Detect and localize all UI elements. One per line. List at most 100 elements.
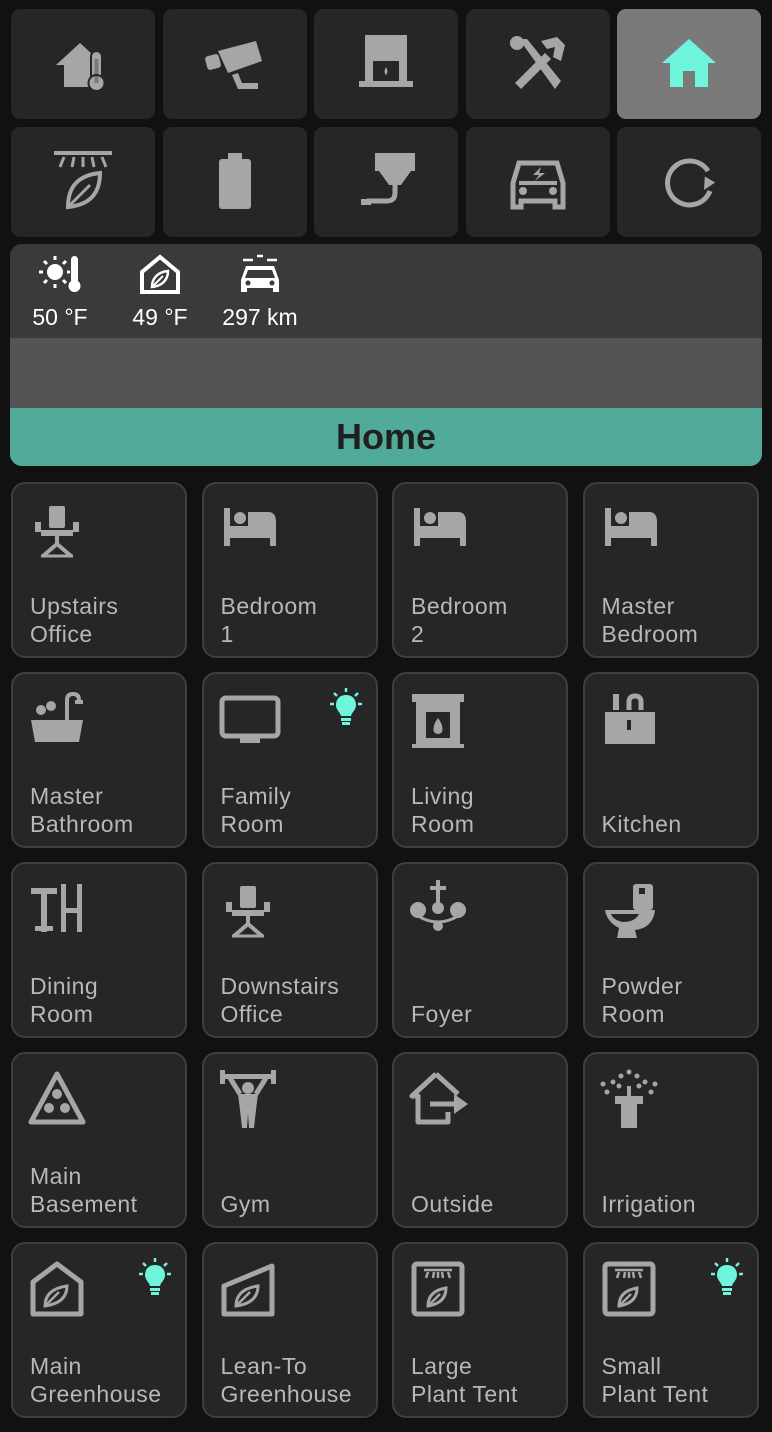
room-tile-gym[interactable]: Gym xyxy=(201,1052,378,1228)
room-label-line-2: Basement xyxy=(30,1191,138,1217)
office-chair-icon xyxy=(35,506,79,558)
nav-ev-button[interactable] xyxy=(466,127,610,237)
room-tile-large-plant-tent[interactable]: Large Plant Tent xyxy=(392,1242,568,1418)
nav-climate-button[interactable] xyxy=(11,9,155,119)
page-title: Home xyxy=(335,416,437,457)
room-label-line-1: Small xyxy=(601,1353,662,1379)
refresh-icon xyxy=(665,158,716,208)
room-label: Large Plant Tent xyxy=(411,1352,518,1408)
room-tile-family-room[interactable]: Family Room xyxy=(201,672,378,848)
tools-icon xyxy=(510,36,565,89)
room-label-line-2: Room xyxy=(30,1001,94,1027)
nav-battery-button[interactable] xyxy=(163,127,307,237)
television-icon xyxy=(219,695,280,743)
grow-light-leaf-icon xyxy=(54,151,112,210)
room-label-line-2: Room xyxy=(411,811,475,837)
room-label: Living Room xyxy=(411,782,474,838)
nav-tools-button[interactable] xyxy=(466,9,610,119)
room-tile-foyer[interactable]: Foyer xyxy=(392,862,568,1038)
bathtub-icon xyxy=(31,691,83,742)
room-tile-bedroom-1[interactable]: Bedroom 1 xyxy=(201,482,378,658)
home-status-panel: 50 °F 49 °F 297 km Home xyxy=(10,244,762,466)
room-tile-downstairs-office[interactable]: Downstairs Office xyxy=(201,862,378,1038)
car-icon xyxy=(241,254,279,292)
room-label-line-1: Main xyxy=(30,1163,82,1189)
car-range-stat: 297 km xyxy=(210,252,310,331)
room-label: Irrigation xyxy=(602,1190,696,1218)
room-tile-dining-room[interactable]: Dining Room xyxy=(11,862,187,1038)
room-label-line-2: Foyer xyxy=(411,1001,473,1027)
office-chair-icon xyxy=(225,886,270,938)
room-tile-irrigation[interactable]: Irrigation xyxy=(582,1052,759,1228)
room-label-line-2: Room xyxy=(601,1001,665,1027)
billiards-rack-icon xyxy=(28,1071,86,1125)
room-label-line-2: Irrigation xyxy=(601,1191,696,1217)
greenhouse-icon xyxy=(140,254,180,294)
room-label: Family Room xyxy=(221,782,292,838)
room-label: Bedroom 1 xyxy=(221,592,318,648)
room-label: Small Plant Tent xyxy=(602,1352,709,1408)
bed-icon xyxy=(414,508,466,546)
room-label-line-2: Greenhouse xyxy=(30,1381,162,1407)
home-export-icon xyxy=(409,1072,468,1125)
dining-table-icon xyxy=(31,884,82,932)
room-label-line-1: Master xyxy=(601,593,675,619)
room-tile-outside[interactable]: Outside xyxy=(392,1052,568,1228)
fireplace-icon xyxy=(412,694,464,748)
page-title-bar: Home xyxy=(10,408,762,466)
nav-refresh-button[interactable] xyxy=(617,127,761,237)
outdoor-temp-value: 50 °F xyxy=(32,304,88,330)
greenhouse-temp-stat: 49 °F xyxy=(110,252,210,331)
room-label: Outside xyxy=(411,1190,494,1218)
room-tile-powder-room[interactable]: Powder Room xyxy=(582,862,759,1038)
room-label-line-1: Upstairs xyxy=(30,593,119,619)
room-label-line-2: Plant Tent xyxy=(411,1381,518,1407)
room-tile-bedroom-2[interactable]: Bedroom 2 xyxy=(392,482,568,658)
greenhouse-icon xyxy=(30,1261,84,1317)
bed-icon xyxy=(223,508,276,546)
room-label-line-2: Kitchen xyxy=(601,811,682,837)
room-label-line-2: Greenhouse xyxy=(220,1381,353,1407)
room-label-line-2: Outside xyxy=(411,1191,494,1217)
lightbulb-on-icon xyxy=(139,1258,171,1295)
room-label: Master Bedroom xyxy=(602,592,699,648)
bed-icon xyxy=(604,508,657,546)
nav-grow-light-button[interactable] xyxy=(11,127,155,237)
room-label-line-1: Family xyxy=(220,783,292,809)
room-label-line-2: Office xyxy=(220,1001,284,1027)
grow-tent-icon xyxy=(411,1261,465,1317)
sun-thermometer-icon xyxy=(39,256,81,292)
room-tile-living-room[interactable]: Living Room xyxy=(392,672,568,848)
room-tile-master-bedroom[interactable]: Master Bedroom xyxy=(582,482,759,658)
nav-pump-button[interactable] xyxy=(314,127,458,237)
room-tile-main-greenhouse[interactable]: Main Greenhouse xyxy=(11,1242,187,1418)
room-tile-master-bathroom[interactable]: Master Bathroom xyxy=(11,672,187,848)
water-pump-icon xyxy=(361,153,415,205)
room-label-line-1: Bedroom xyxy=(411,593,508,619)
room-label-line-2: 2 xyxy=(411,621,425,647)
room-label: Powder Room xyxy=(602,972,683,1028)
outdoor-temp-stat: 50 °F xyxy=(10,252,110,331)
room-label: Upstairs Office xyxy=(30,592,118,648)
room-label: Main Greenhouse xyxy=(30,1352,162,1408)
room-tile-small-plant-tent[interactable]: Small Plant Tent xyxy=(582,1242,759,1418)
car-range-value: 297 km xyxy=(222,304,298,330)
nav-cameras-button[interactable] xyxy=(163,9,307,119)
battery-icon xyxy=(219,153,251,209)
room-tile-lean-to-greenhouse[interactable]: Lean-To Greenhouse xyxy=(201,1242,378,1418)
room-label: Kitchen xyxy=(602,810,682,838)
room-label-line-2: Office xyxy=(30,621,93,647)
room-label-line-1: Bedroom xyxy=(220,593,318,619)
room-tile-kitchen[interactable]: Kitchen xyxy=(582,672,759,848)
room-tile-main-basement[interactable]: Main Basement xyxy=(11,1052,187,1228)
room-label-line-1: Downstairs xyxy=(220,973,340,999)
nav-water-heater-button[interactable] xyxy=(314,9,458,119)
room-label: Foyer xyxy=(411,1000,472,1028)
lean-to-greenhouse-icon xyxy=(221,1263,274,1317)
weight-lifter-icon xyxy=(219,1070,276,1128)
room-tile-upstairs-office[interactable]: Upstairs Office xyxy=(11,482,187,658)
status-row: 50 °F 49 °F 297 km xyxy=(10,244,762,338)
room-label: Downstairs Office xyxy=(221,972,340,1028)
nav-home-button[interactable] xyxy=(617,9,761,119)
room-label-line-1: Powder xyxy=(601,973,683,999)
